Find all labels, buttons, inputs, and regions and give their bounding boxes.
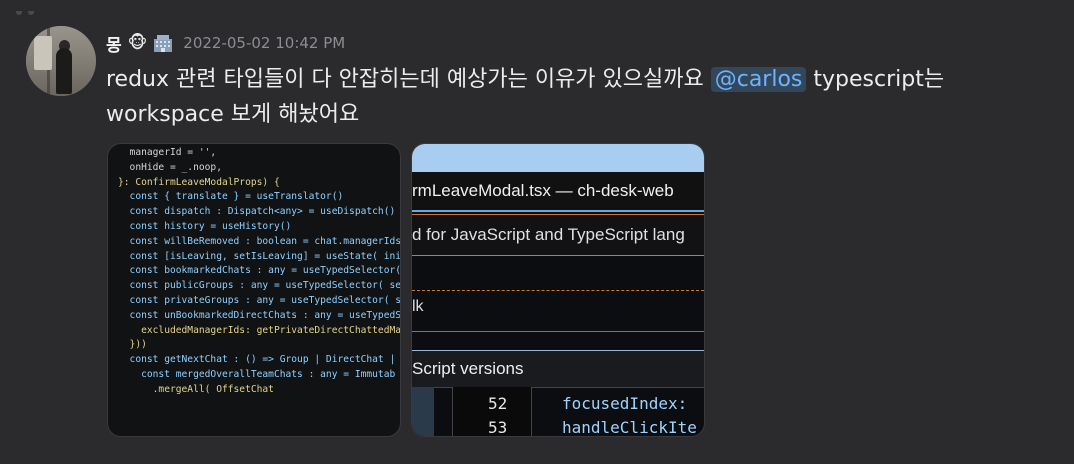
code-snippet: managerId = '', onHide = _.noop, }: Confi… [118, 146, 401, 398]
code-line: const mergedOverallTeamChats : any = Imm… [118, 368, 396, 380]
username[interactable]: 몽 [106, 31, 122, 56]
code-line: }: ConfirmLeaveModalProps) { [118, 176, 280, 188]
code-line: const willBeRemoved : boolean = chat.man… [118, 235, 401, 247]
code-line: onHide = _.noop, [118, 161, 222, 173]
code-line: const { translate } = useTranslator() [118, 191, 344, 203]
image-attachment-code[interactable]: managerId = '', onHide = _.noop, }: Confi… [107, 143, 401, 437]
timestamp[interactable]: 2022-05-02 10:42 PM [183, 34, 345, 52]
user-mention[interactable]: @carlos [710, 67, 807, 92]
message-header: 몽 🐵 2022-05-02 10:42 PM [106, 30, 345, 56]
avatar[interactable] [26, 26, 96, 96]
building-icon [154, 35, 173, 52]
previous-message-edge [16, 0, 40, 19]
message-text-part: redux 관련 타입들이 다 안잡히는데 예상가는 이유가 있으실까요 [106, 67, 711, 92]
code-line: const publicGroups : any = useTypedSelec… [118, 280, 401, 292]
titlebar-area [412, 144, 704, 172]
message-text: redux 관련 타입들이 다 안잡히는데 예상가는 이유가 있으실까요 @ca… [106, 62, 1056, 132]
editor-hint-row: d for JavaScript and TypeScript lang [412, 214, 704, 256]
line-number: 52 [488, 394, 508, 413]
code-line: const history = useHistory() [118, 220, 292, 232]
editor-row: lk [412, 298, 424, 315]
code-line: const unBookmarkedDirectChats : any = us… [118, 309, 401, 321]
minimap [412, 387, 434, 436]
code-line: excludedManagerIds: getPrivateDirectChat… [118, 324, 401, 336]
code-line: .mergeAll( OffsetChat [118, 383, 274, 395]
code-line: focusedIndex: [562, 394, 688, 413]
editor-window-title: rmLeaveModal.tsx — ch-desk-web [412, 172, 704, 212]
monkey-emoji: 🐵 [127, 32, 148, 53]
code-line: const [isLeaving, setIsLeaving] = useSta… [118, 250, 401, 262]
editor-versions-row: Script versions [412, 350, 704, 388]
code-line: const privateGroups : any = useTypedSele… [118, 294, 401, 306]
divider [412, 290, 704, 291]
divider [412, 331, 704, 332]
line-number: 53 [488, 418, 508, 437]
code-line: const dispatch : Dispatch<any> = useDisp… [118, 206, 396, 218]
code-line: const bookmarkedChats : any = useTypedSe… [118, 265, 401, 277]
code-line: })) [118, 339, 147, 351]
code-line: const getNextChat : () => Group | Direct… [118, 354, 401, 366]
code-line: handleClickIte [562, 418, 697, 437]
image-attachment-editor[interactable]: rmLeaveModal.tsx — ch-desk-web d for Jav… [411, 143, 705, 437]
code-line: managerId = '', [118, 147, 217, 158]
